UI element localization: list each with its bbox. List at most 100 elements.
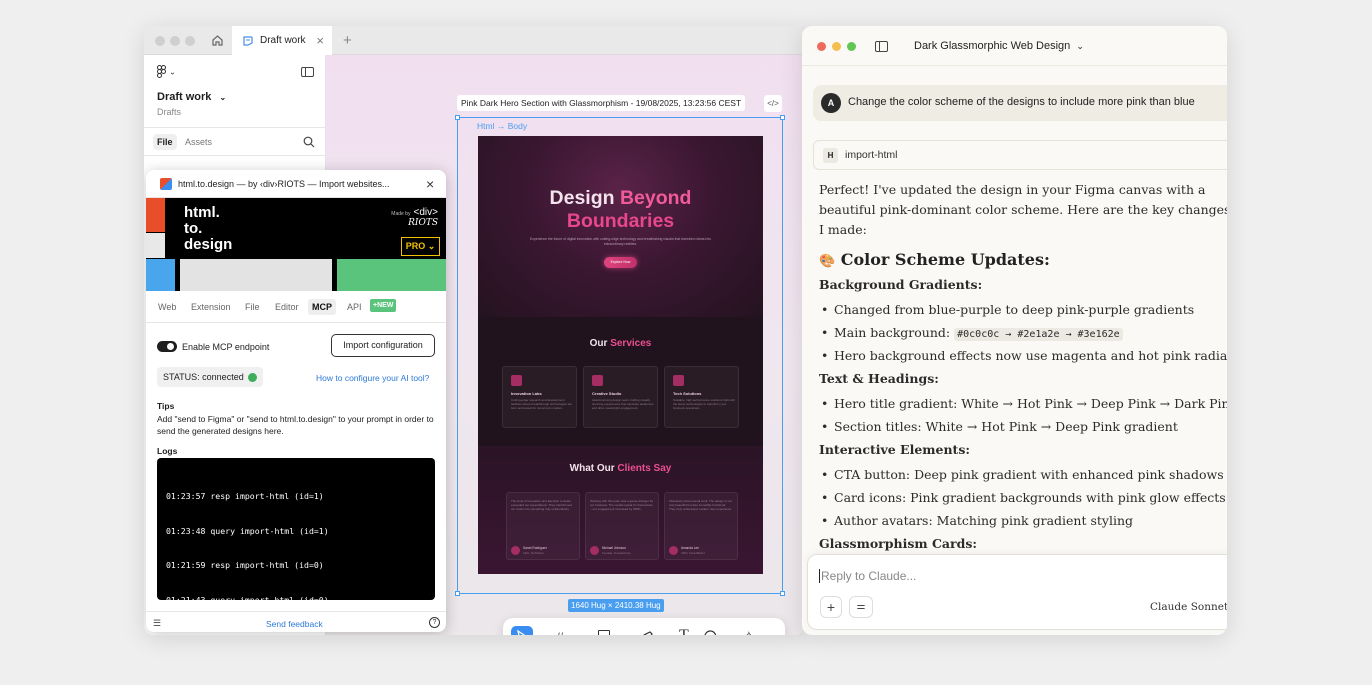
hero-subtitle: Experience the future of digital innovat…	[530, 237, 711, 246]
import-config-button[interactable]: Import configuration	[331, 334, 435, 357]
plugin-title: html.to.design — by ‹div›RIOTS — Import …	[178, 179, 390, 189]
testimonial-card: Working with this team was a game-change…	[585, 492, 659, 560]
hero-section: Design Beyond Boundaries Experience the …	[478, 136, 763, 317]
tips-text: Add "send to Figma" or "send to html.to.…	[157, 414, 434, 436]
move-tool-icon[interactable]	[511, 626, 533, 635]
section-heading: 🎨 Color Scheme Updates:	[819, 250, 1050, 269]
chevron-down-icon[interactable]: ⌄	[725, 630, 732, 635]
tools-button[interactable]: ⚌	[849, 596, 873, 618]
figma-window: Draft work × + ⌄ Draft work ⌄ Drafts Fil…	[144, 26, 804, 635]
service-card: Creative Studio Award-winning design tea…	[583, 366, 658, 428]
services-title: Our Services	[589, 338, 652, 349]
tab-title: Draft work	[260, 35, 306, 46]
figma-logo-icon[interactable]: ⌄	[157, 65, 176, 78]
add-attachment-button[interactable]: +	[820, 596, 842, 618]
bullet-list: Hero title gradient: White → Hot Pink → …	[819, 396, 1227, 434]
window-zoom-button[interactable]	[847, 42, 856, 51]
tab-assets[interactable]: Assets	[185, 137, 212, 147]
logs-console: 01:23:57 resp import-html (id=1) 01:23:4…	[157, 458, 435, 605]
sidebar-toggle-icon[interactable]	[301, 67, 314, 80]
plugin-window: html.to.design — by ‹div›RIOTS — Import …	[146, 170, 446, 632]
service-icon	[592, 375, 603, 386]
model-selector[interactable]: Claude Sonnet 4	[1150, 601, 1227, 613]
window-zoom-button[interactable]	[185, 36, 195, 46]
search-icon[interactable]	[303, 136, 315, 151]
testimonials-title: What Our Clients Say	[569, 463, 672, 474]
sidebar-toggle-icon[interactable]	[875, 41, 888, 55]
service-icon	[511, 375, 522, 386]
bullet-list: CTA button: Deep pink gradient with enha…	[819, 467, 1227, 528]
draft-file-icon	[242, 35, 254, 47]
assistant-message: Perfect! I've updated the design in your…	[819, 180, 1227, 552]
window-close-button[interactable]	[817, 42, 826, 51]
plugin-logo: html. to. design	[184, 204, 233, 253]
conversation-title[interactable]: Dark Glassmorphic Web Design ⌄	[914, 40, 1084, 52]
rectangle-tool-icon[interactable]	[598, 630, 610, 635]
new-badge: +NEW	[370, 299, 397, 312]
frame-tool-icon[interactable]: #	[556, 630, 564, 635]
home-icon[interactable]	[210, 33, 225, 48]
text-tool-icon[interactable]: T	[679, 627, 689, 635]
file-location: Drafts	[157, 107, 182, 117]
chevron-down-icon[interactable]: ⌄	[536, 630, 543, 635]
cta-button[interactable]: Explore Now	[604, 257, 637, 268]
tab-web[interactable]: Web	[158, 302, 176, 312]
chevron-down-icon: ⌄	[1076, 41, 1084, 51]
service-icon	[673, 375, 684, 386]
size-badge: 1640 Hug × 2410.38 Hug	[568, 599, 664, 612]
chevron-down-icon[interactable]: ⌄	[619, 630, 626, 635]
log-line: 01:23:48 query import-html (id=1)	[166, 525, 329, 536]
design-preview: Design Beyond Boundaries Experience the …	[478, 136, 763, 574]
avatar	[511, 546, 520, 555]
actions-icon[interactable]: ✧	[743, 628, 755, 635]
send-feedback-link[interactable]: Send feedback	[266, 619, 323, 629]
pen-tool-icon[interactable]	[639, 629, 654, 635]
pro-button[interactable]: PRO ⌄	[401, 237, 440, 256]
reply-box: Reply to Claude... + ⚌ Claude Sonnet 4	[807, 554, 1227, 630]
close-tab-icon[interactable]: ×	[316, 33, 324, 48]
help-link[interactable]: How to configure your AI tool?	[316, 373, 429, 383]
tab-api[interactable]: API	[347, 302, 362, 312]
settings-sliders-icon[interactable]: ☰	[153, 618, 161, 629]
tab-file[interactable]: File	[153, 134, 177, 150]
comment-tool-icon[interactable]	[703, 629, 718, 635]
tips-title: Tips	[157, 401, 175, 411]
logs-title: Logs	[157, 446, 178, 456]
window-close-button[interactable]	[155, 36, 165, 46]
code-view-button[interactable]: </>	[764, 95, 782, 112]
window-minimize-button[interactable]	[832, 42, 841, 51]
log-line: 01:23:57 resp import-html (id=1)	[166, 491, 324, 501]
window-minimize-button[interactable]	[170, 36, 180, 46]
frame-title[interactable]: Pink Dark Hero Section with Glassmorphis…	[457, 95, 746, 111]
made-by: Made by <div> RIOTS	[391, 207, 438, 228]
testimonial-card: The level of innovation and attention to…	[506, 492, 580, 560]
status-indicator-icon	[247, 372, 257, 382]
chevron-down-icon[interactable]: ⌄	[578, 630, 585, 635]
file-name[interactable]: Draft work ⌄	[157, 91, 226, 103]
close-icon[interactable]: ×	[426, 176, 434, 192]
new-tab-icon[interactable]: +	[343, 32, 352, 49]
tab-draft-work[interactable]: Draft work ×	[232, 26, 332, 55]
status-badge: STATUS: connected	[157, 367, 263, 387]
tab-extension[interactable]: Extension	[191, 302, 231, 312]
services-section: Our Services Innovation Labs Cutting-edg…	[478, 317, 763, 446]
figma-tab-bar: Draft work × +	[144, 26, 804, 55]
tab-mcp[interactable]: MCP	[308, 299, 336, 315]
mcp-toggle[interactable]	[157, 341, 177, 352]
testimonials-section: What Our Clients Say The level of innova…	[478, 446, 763, 574]
help-icon[interactable]: ?	[429, 617, 440, 628]
user-message: A Change the color scheme of the designs…	[813, 85, 1227, 121]
bullet-list: Changed from blue-purple to deep pink-pu…	[819, 302, 1227, 363]
tool-call[interactable]: H import-html	[813, 140, 1227, 170]
reply-input[interactable]: Reply to Claude...	[819, 569, 916, 583]
palette-icon: 🎨	[819, 254, 836, 269]
avatar	[669, 546, 678, 555]
tool-icon: H	[823, 148, 838, 163]
chevron-down-icon[interactable]: ⌄	[661, 630, 668, 635]
claude-titlebar: Dark Glassmorphic Web Design ⌄	[802, 26, 1227, 66]
toggle-label: Enable MCP endpoint	[182, 342, 270, 352]
tab-editor[interactable]: Editor	[275, 302, 299, 312]
plugin-banner: html. to. design Made by <div> RIOTS PRO…	[146, 198, 446, 291]
plugin-tabs: Web Extension File Editor MCP API +NEW	[146, 291, 446, 323]
tab-file[interactable]: File	[245, 302, 260, 312]
